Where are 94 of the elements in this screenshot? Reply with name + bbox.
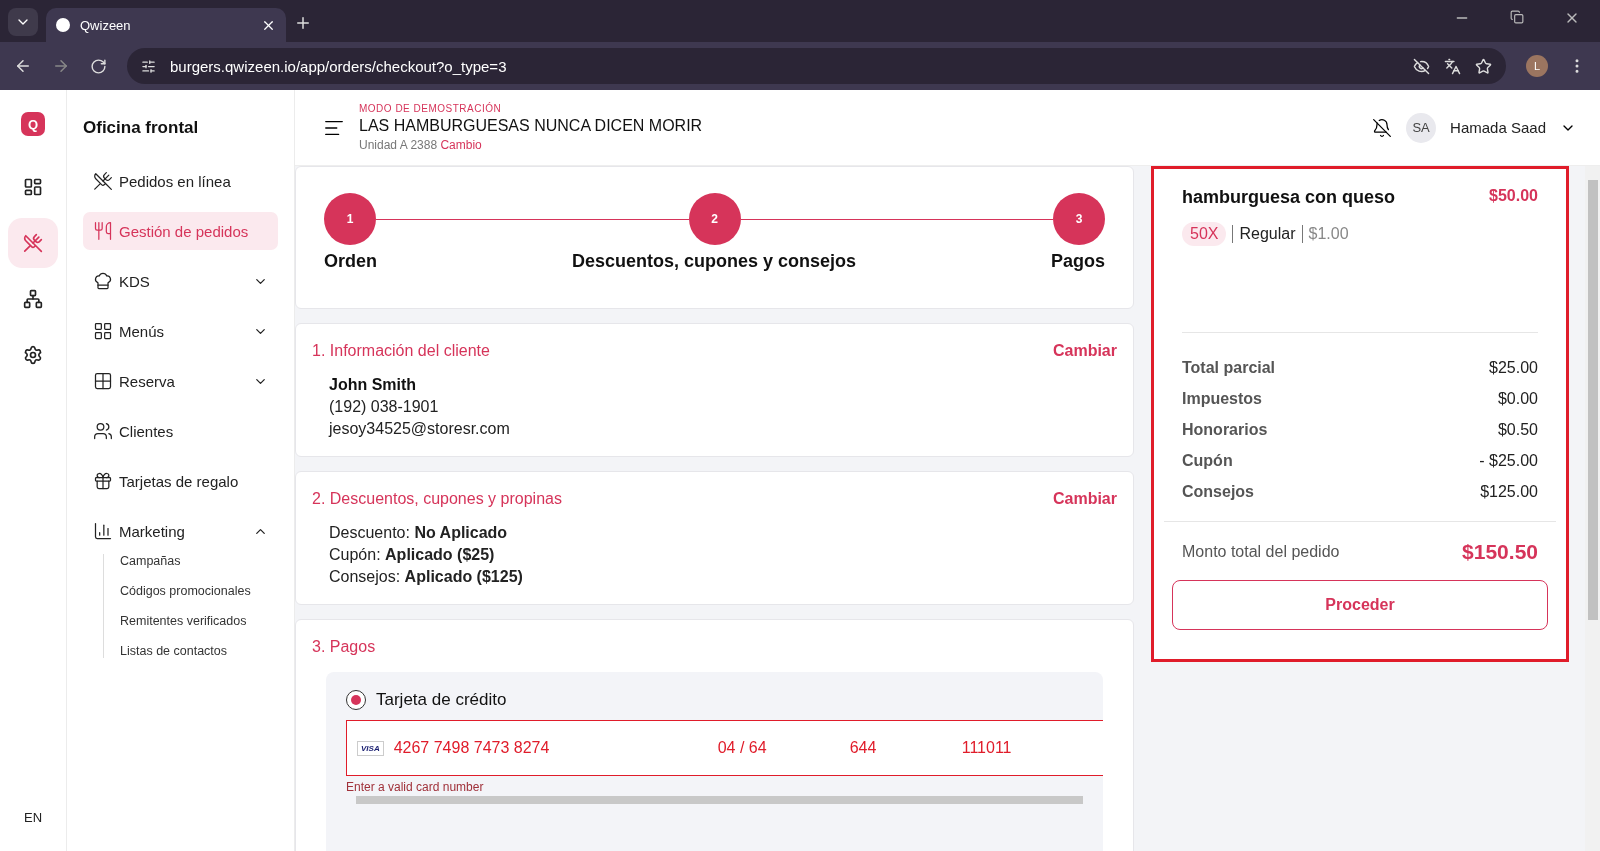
customer-email: jesoy34525@storesr.com <box>329 420 511 438</box>
sidebar-item[interactable]: Gestión de pedidos <box>83 212 278 250</box>
forward-icon <box>52 57 70 75</box>
submenu-item[interactable]: Remitentes verificados <box>120 614 278 628</box>
bar-chart-icon <box>93 521 113 541</box>
plus-icon <box>294 14 312 32</box>
summary-label: Honorarios <box>1182 421 1268 439</box>
total-amount: $150.50 <box>1462 540 1538 564</box>
grid-icon <box>93 321 113 341</box>
discount-line: Consejos: Aplicado ($125) <box>329 568 524 586</box>
sidebar-item[interactable]: Pedidos en línea <box>83 162 278 200</box>
customer-name: John Smith <box>329 376 418 394</box>
people-icon <box>93 421 113 441</box>
utensils-icon <box>93 171 113 191</box>
step-label: Orden <box>324 251 377 272</box>
section-title: 3. Pagos <box>312 638 376 655</box>
quantity-badge: 50X <box>1182 222 1227 246</box>
back-icon <box>14 57 32 75</box>
change-link[interactable]: Cambiar <box>1052 490 1117 508</box>
total-label: Monto total del pedido <box>1182 543 1340 561</box>
site-settings-icon[interactable] <box>141 58 156 74</box>
tab-list-button[interactable] <box>8 8 38 36</box>
item-size: Regular <box>1239 225 1296 243</box>
hierarchy-icon <box>23 289 43 309</box>
fork-knife-icon <box>93 221 113 241</box>
language-code[interactable]: EN <box>23 810 43 825</box>
new-tab-button[interactable] <box>294 14 312 32</box>
store-name: LAS HAMBURGUESAS NUNCA DICEN MORIR <box>359 117 704 135</box>
page-scrollbar[interactable] <box>1585 166 1600 851</box>
browser-tab[interactable]: Qwizeen <box>46 8 286 42</box>
discount-line: Descuento: No Aplicado <box>329 524 509 542</box>
sidebar-item[interactable]: Marketing <box>83 512 278 550</box>
translate-icon[interactable] <box>1444 57 1461 75</box>
sidebar-item[interactable]: Clientes <box>83 412 278 450</box>
favicon-icon <box>56 18 70 32</box>
discount-line: Cupón: Aplicado ($25) <box>329 546 496 564</box>
customer-phone: (192) 038-1901 <box>329 398 440 416</box>
summary-label: Consejos <box>1182 483 1254 501</box>
profile-avatar[interactable]: L <box>1526 55 1548 77</box>
summary-value: $0.50 <box>1497 421 1538 439</box>
dashboard-icon <box>23 177 43 197</box>
settings-icon <box>23 345 43 365</box>
section-title: 2. Descuentos, cupones y propinas <box>312 490 562 508</box>
submenu-item[interactable]: Listas de contactos <box>120 644 278 658</box>
summary-value: $125.00 <box>1480 483 1538 501</box>
sidebar-item[interactable]: KDS <box>83 262 278 300</box>
utensils-icon <box>23 233 43 253</box>
step-circle: 1 <box>324 193 376 245</box>
horizontal-scrollbar[interactable] <box>356 796 1083 804</box>
summary-label: Cupón <box>1182 452 1233 470</box>
gift-icon <box>93 471 113 491</box>
user-avatar[interactable]: SA <box>1406 112 1437 143</box>
bookmark-star-icon[interactable] <box>1475 57 1492 75</box>
eye-slash-icon[interactable] <box>1413 57 1430 75</box>
summary-value: $0.00 <box>1497 390 1538 408</box>
sidebar-item[interactable]: Menús <box>83 312 278 350</box>
section-title: 1. Información del cliente <box>312 342 490 360</box>
forward-button[interactable] <box>52 57 70 75</box>
proceed-button[interactable]: Proceder <box>1172 580 1548 630</box>
item-price: $50.00 <box>1489 187 1538 206</box>
summary-label: Total parcial <box>1182 359 1276 377</box>
bell-off-icon[interactable] <box>1372 117 1393 138</box>
reload-button[interactable] <box>90 57 107 75</box>
radio-button[interactable] <box>346 690 366 710</box>
table-icon <box>93 371 113 391</box>
step-label: Descuentos, cupones y consejos <box>571 251 857 272</box>
restore-icon[interactable] <box>1510 10 1524 24</box>
sidebar-title: Oficina frontal <box>83 118 200 138</box>
summary-value: $25.00 <box>1489 359 1538 377</box>
user-name[interactable]: Hamada Saad <box>1450 119 1546 136</box>
step-circle: 3 <box>1053 193 1105 245</box>
change-link[interactable]: Cambiar <box>1052 342 1117 360</box>
step-circle: 2 <box>688 193 741 245</box>
sidebar-item[interactable]: Reserva <box>83 362 278 400</box>
card-input-field[interactable]: VISA 4267 7498 7473 8274 04 / 64 644 111011 <box>346 720 1103 776</box>
reload-icon <box>90 57 107 75</box>
summary-value: - $25.00 <box>1479 452 1538 470</box>
unit-price: $1.00 <box>1308 225 1349 243</box>
unit-text: Unidad A 2388 Cambio <box>359 138 483 152</box>
submenu-item[interactable]: Campañas <box>120 554 278 568</box>
sidebar-item[interactable]: Tarjetas de regalo <box>83 462 278 500</box>
submenu-item[interactable]: Códigos promocionales <box>120 584 278 598</box>
error-message: Enter a valid card number <box>346 780 485 794</box>
address-bar[interactable]: burgers.qwizeen.io/app/orders/checkout?o_type=3 <box>127 48 1506 84</box>
summary-label: Impuestos <box>1182 390 1262 408</box>
step-label: Pagos <box>1050 251 1105 272</box>
item-name: hamburguesa con queso <box>1182 187 1396 208</box>
visa-logo-icon: VISA <box>357 740 384 756</box>
payment-method-label[interactable]: Tarjeta de crédito <box>376 690 507 710</box>
back-button[interactable] <box>14 57 32 75</box>
demo-mode-label: MODO DE DEMOSTRACIÓN <box>359 103 503 114</box>
logo: Q <box>21 112 45 136</box>
chef-hat-icon <box>93 271 113 291</box>
change-link[interactable]: Cambio <box>440 138 482 152</box>
